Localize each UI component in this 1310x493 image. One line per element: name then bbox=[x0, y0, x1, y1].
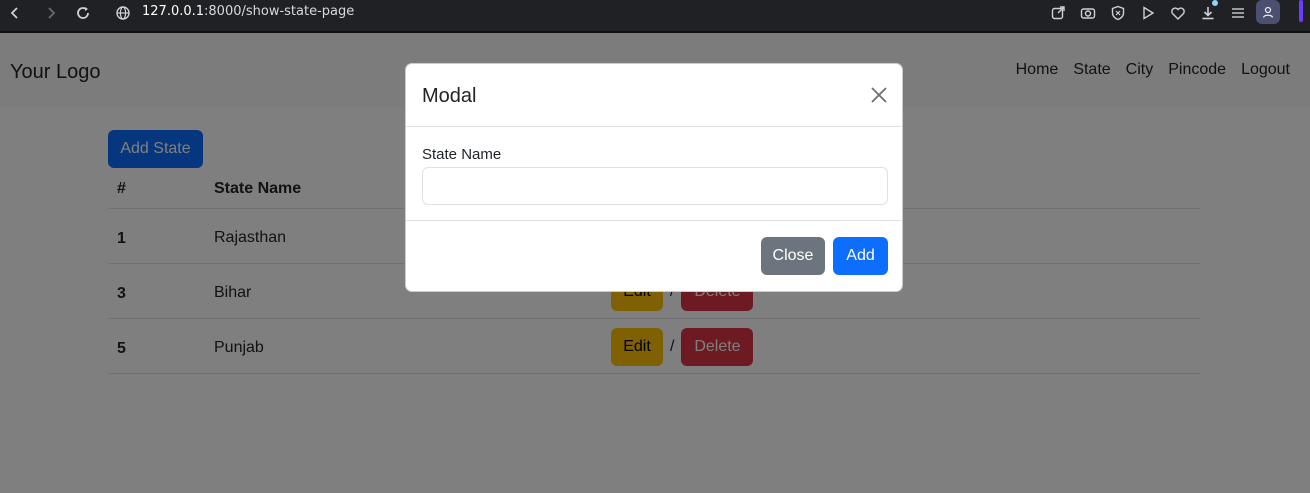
camera-icon[interactable] bbox=[1077, 2, 1099, 24]
shield-icon[interactable] bbox=[1107, 2, 1129, 24]
modal-body: State Name bbox=[406, 127, 902, 221]
reload-icon[interactable] bbox=[72, 2, 94, 24]
profile-icon[interactable] bbox=[1256, 0, 1280, 24]
url-path: :8000/show-state-page bbox=[204, 4, 355, 19]
browser-toolbar: 127.0.0.1:8000/show-state-page bbox=[0, 0, 1310, 33]
modal-footer: Close Add bbox=[406, 221, 902, 291]
modal-title: Modal bbox=[422, 85, 477, 107]
state-name-input[interactable] bbox=[422, 167, 888, 205]
download-indicator-dot bbox=[1212, 0, 1218, 6]
url-host: 127.0.0.1 bbox=[142, 4, 205, 19]
add-button[interactable]: Add bbox=[833, 237, 888, 275]
back-icon[interactable] bbox=[4, 2, 26, 24]
state-name-label: State Name bbox=[422, 146, 502, 163]
close-icon[interactable] bbox=[869, 85, 889, 105]
share-icon[interactable] bbox=[1047, 2, 1069, 24]
heart-icon[interactable] bbox=[1167, 2, 1189, 24]
settings-sliders-icon[interactable] bbox=[1227, 2, 1249, 24]
add-state-modal: Modal State Name Close Add bbox=[405, 63, 903, 292]
play-icon[interactable] bbox=[1137, 2, 1159, 24]
close-button[interactable]: Close bbox=[761, 237, 825, 275]
globe-icon bbox=[112, 2, 134, 24]
modal-header: Modal bbox=[406, 64, 902, 127]
sidebar-accent bbox=[1299, 0, 1303, 22]
address-bar[interactable]: 127.0.0.1:8000/show-state-page bbox=[142, 3, 354, 21]
forward-icon[interactable] bbox=[40, 2, 62, 24]
